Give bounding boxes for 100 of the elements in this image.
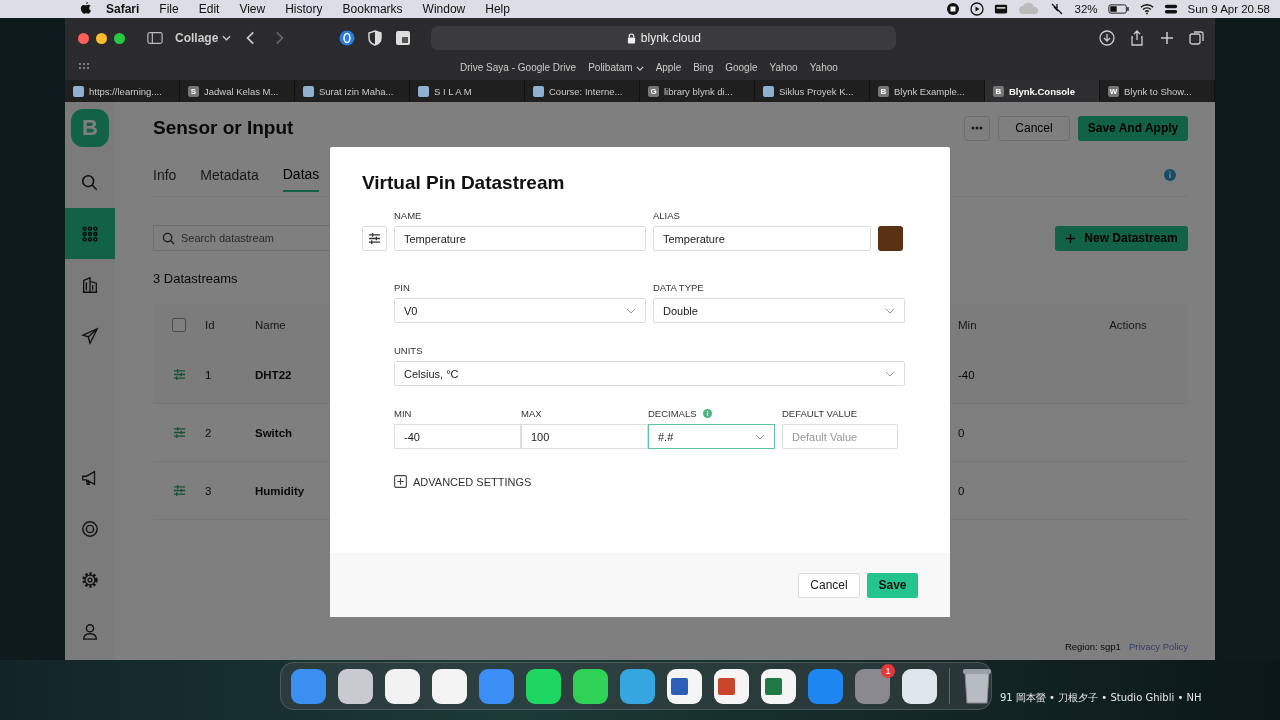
table-cell: 0 [958, 426, 965, 439]
battery-icon[interactable] [1107, 2, 1130, 16]
control-center-icon[interactable] [1163, 2, 1178, 16]
close-window-button[interactable] [78, 32, 89, 44]
favicon: G [648, 85, 659, 97]
min-input[interactable]: -40 [394, 424, 521, 449]
chevron-down-icon [755, 433, 765, 440]
menu-item[interactable]: History [285, 2, 323, 16]
app-icon[interactable] [902, 668, 937, 704]
field-label: DATA TYPE [653, 282, 705, 293]
app-icon[interactable] [385, 668, 420, 704]
battery-percent: 32% [1074, 3, 1098, 15]
favicon-icon [533, 85, 544, 97]
extension-icon[interactable] [395, 30, 412, 46]
icon-picker-button[interactable] [362, 226, 387, 251]
menu-item[interactable]: View [239, 2, 266, 16]
bookmark-link[interactable]: Yahoo [809, 61, 838, 73]
browser-tab[interactable]: B Blynk.Console [985, 80, 1100, 102]
field-label: DECIMALS [648, 408, 697, 419]
cancel-button[interactable]: Cancel [798, 572, 860, 598]
table-cell: 3 [205, 484, 212, 497]
field-label: DEFAULT VALUE [782, 408, 858, 419]
app-icon[interactable] [338, 668, 373, 704]
max-input[interactable]: 100 [521, 424, 648, 449]
bookmark-folder[interactable]: Polibatam [588, 61, 644, 73]
decimals-dropdown[interactable]: #.# [648, 424, 775, 449]
data-type-dropdown[interactable]: Double [653, 298, 905, 323]
shield-icon[interactable] [367, 30, 384, 46]
bookmark-link[interactable]: Yahoo [769, 61, 798, 73]
advanced-settings-toggle[interactable]: ADVANCED SETTINGS [394, 475, 532, 488]
bookmark-link[interactable]: Drive Saya - Google Drive [460, 61, 577, 73]
tab-overview-icon[interactable] [1189, 30, 1205, 46]
user-icon [81, 621, 99, 640]
select-all-checkbox[interactable] [172, 318, 186, 332]
favicon: B [878, 85, 889, 97]
page-tab[interactable]: Datas [282, 158, 320, 192]
app-menu[interactable]: Safari [106, 2, 140, 16]
lock-icon [626, 32, 636, 44]
menu-item[interactable]: Help [485, 2, 510, 16]
sidebar-item[interactable] [65, 208, 115, 259]
play-icon[interactable] [970, 2, 985, 16]
app-icon[interactable] [761, 668, 796, 704]
menu-item[interactable]: Window [422, 2, 466, 16]
cancel-button[interactable]: Cancel [998, 115, 1070, 141]
new-tab-icon[interactable] [1159, 30, 1175, 46]
muted-icon[interactable] [1050, 2, 1065, 16]
trash-icon[interactable] [962, 668, 992, 704]
table-cell: -40 [958, 368, 975, 381]
bookmark-link[interactable]: Google [725, 61, 758, 73]
app-icon[interactable] [714, 668, 749, 704]
column-header[interactable]: Id [205, 319, 215, 331]
table-cell: DHT22 [255, 368, 292, 381]
app-icon[interactable] [667, 668, 702, 704]
pin-dropdown[interactable]: V0 [394, 298, 646, 323]
chevron-down-icon [635, 65, 644, 71]
info-icon[interactable] [702, 409, 712, 418]
name-input[interactable]: Temperature [394, 226, 646, 251]
menu-bar-clock: Sun 9 Apr 20.58 [1187, 3, 1270, 15]
field-label: NAME [394, 210, 423, 221]
search-icon [81, 173, 99, 192]
app-icon[interactable] [573, 668, 608, 704]
wifi-icon[interactable] [1139, 2, 1154, 16]
chevron-down-icon [885, 307, 895, 314]
favicon-icon [303, 85, 314, 97]
sliders-icon [171, 368, 187, 381]
favicon: B [993, 85, 1004, 97]
share-icon[interactable] [1129, 30, 1145, 46]
profile-menu[interactable]: Collage [175, 31, 219, 45]
dialog-title: Virtual Pin Datastream [362, 172, 566, 194]
page-tab[interactable]: Info [153, 159, 177, 191]
datastream-count: 3 Datastreams [153, 271, 239, 286]
bookmark-link[interactable]: Bing [693, 61, 714, 73]
app-icon[interactable] [432, 668, 467, 704]
alias-input[interactable]: Temperature [653, 226, 871, 251]
page-tab[interactable]: Metadata [200, 159, 259, 191]
favicon: W [1108, 85, 1119, 97]
menu-item[interactable]: Edit [198, 2, 220, 16]
chevron-down-icon [885, 370, 895, 377]
units-dropdown[interactable]: Celsius, °C [394, 361, 905, 386]
app-icon[interactable] [526, 668, 561, 704]
zoom-window-button[interactable] [114, 32, 125, 44]
favicon-icon [73, 85, 84, 97]
settings-icon [81, 570, 99, 589]
bookmark-link[interactable]: Apple [655, 61, 682, 73]
sliders-icon [367, 232, 382, 245]
apps-grid-icon[interactable] [78, 62, 90, 72]
download-icon[interactable] [1099, 30, 1115, 46]
table-cell: 0 [958, 484, 965, 497]
menu-item[interactable]: Bookmarks [342, 2, 403, 16]
page-title: Sensor or Input [153, 117, 294, 139]
column-header[interactable]: Name [255, 319, 286, 331]
apple-logo-icon[interactable] [80, 2, 92, 16]
sidebar-toggle-icon[interactable] [147, 30, 163, 46]
menu-item[interactable]: File [159, 2, 179, 16]
column-header[interactable]: Min [958, 319, 977, 331]
minimize-window-button[interactable] [96, 32, 107, 44]
record-icon[interactable] [946, 2, 961, 16]
save-button[interactable]: Save [867, 572, 918, 598]
address-bar[interactable]: blynk.cloud [431, 26, 897, 50]
color-swatch[interactable] [878, 226, 903, 251]
